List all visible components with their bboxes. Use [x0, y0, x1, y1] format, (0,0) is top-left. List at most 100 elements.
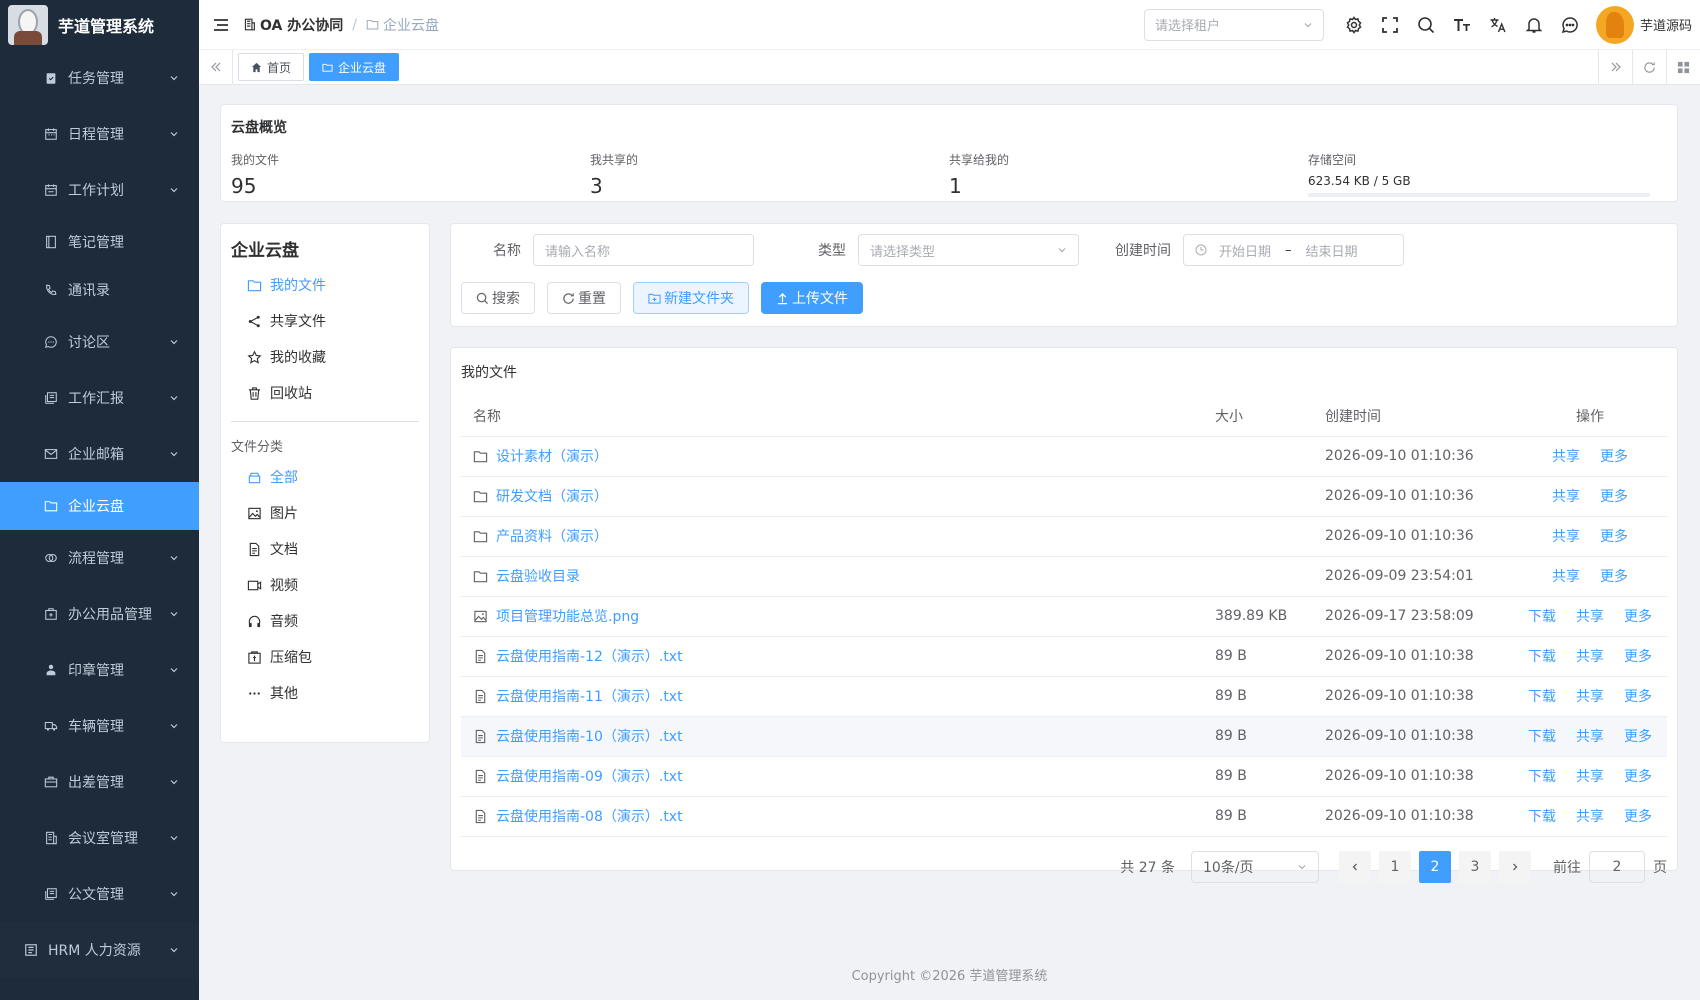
tenant-select[interactable]: 请选择租户: [1143, 8, 1324, 41]
more-action[interactable]: 更多: [1624, 646, 1652, 666]
file-name-link[interactable]: 项目管理功能总览.png: [473, 606, 1191, 626]
new-folder-button[interactable]: 新建文件夹: [633, 282, 749, 314]
scroll-left-button[interactable]: [199, 49, 233, 85]
file-name-link[interactable]: 研发文档（演示）: [473, 486, 1191, 506]
translate-icon[interactable]: [1489, 16, 1507, 34]
share-action[interactable]: 共享: [1552, 566, 1580, 586]
more-action[interactable]: 更多: [1600, 566, 1628, 586]
sidebar-item[interactable]: 任务管理: [0, 50, 199, 106]
scroll-right-button[interactable]: [1598, 49, 1632, 85]
sidebar-item[interactable]: 工作汇报: [0, 370, 199, 426]
download-action[interactable]: 下载: [1528, 806, 1556, 826]
table-row[interactable]: 云盘使用指南-09（演示）.txt 89 B 2026-09-10 01:10:38…: [461, 756, 1667, 797]
category-item[interactable]: 音频: [231, 603, 419, 639]
reset-button[interactable]: 重置: [547, 282, 621, 314]
tab-cloud-disk[interactable]: 企业云盘: [309, 53, 400, 81]
share-action[interactable]: 共享: [1576, 606, 1604, 626]
upload-button[interactable]: 上传文件: [761, 282, 863, 314]
sidebar-item[interactable]: 公文管理: [0, 866, 199, 922]
name-input[interactable]: 请输入名称: [533, 234, 754, 266]
page-number-button[interactable]: 1: [1379, 850, 1411, 883]
table-row[interactable]: 云盘使用指南-11（演示）.txt 89 B 2026-09-10 01:10:38…: [461, 676, 1667, 717]
download-action[interactable]: 下载: [1528, 766, 1556, 786]
file-name-link[interactable]: 产品资料（演示）: [473, 526, 1191, 546]
search-button[interactable]: 搜索: [461, 282, 535, 314]
table-row[interactable]: 设计素材（演示） 2026-09-10 01:10:36 共享 更多: [461, 436, 1667, 477]
table-row[interactable]: 云盘验收目录 2026-09-09 23:54:01 共享 更多: [461, 556, 1667, 597]
cloud-nav-item[interactable]: 我的文件: [231, 267, 419, 303]
more-action[interactable]: 更多: [1600, 446, 1628, 466]
gear-icon[interactable]: [1345, 15, 1363, 34]
sidebar-item[interactable]: 笔记管理: [0, 218, 199, 266]
table-row[interactable]: 云盘使用指南-12（演示）.txt 89 B 2026-09-10 01:10:38…: [461, 636, 1667, 677]
table-row[interactable]: 项目管理功能总览.png 389.89 KB 2026-09-17 23:58:09…: [461, 596, 1667, 637]
file-name-link[interactable]: 云盘使用指南-10（演示）.txt: [473, 726, 1191, 746]
sidebar-item-hrm[interactable]: HRM 人力资源: [0, 922, 199, 978]
share-action[interactable]: 共享: [1576, 686, 1604, 706]
page-number-button[interactable]: 3: [1459, 850, 1491, 883]
column-size[interactable]: 大小: [1203, 396, 1313, 437]
file-name-link[interactable]: 云盘使用指南-12（演示）.txt: [473, 646, 1191, 666]
sidebar-item[interactable]: 会议室管理: [0, 810, 199, 866]
sidebar-item[interactable]: 印章管理: [0, 642, 199, 698]
category-item[interactable]: 视频: [231, 567, 419, 603]
sidebar-item[interactable]: 通讯录: [0, 266, 199, 314]
hamburger-icon[interactable]: [213, 17, 229, 33]
sidebar-item[interactable]: 车辆管理: [0, 698, 199, 754]
file-name-link[interactable]: 云盘验收目录: [473, 566, 1191, 586]
fullscreen-icon[interactable]: [1381, 16, 1399, 34]
category-item[interactable]: 其他: [231, 675, 419, 711]
more-action[interactable]: 更多: [1624, 686, 1652, 706]
search-icon[interactable]: [1417, 16, 1435, 34]
cloud-nav-item[interactable]: 共享文件: [231, 303, 419, 339]
sidebar-item[interactable]: 企业邮箱: [0, 426, 199, 482]
more-action[interactable]: 更多: [1624, 766, 1652, 786]
sidebar-item[interactable]: 讨论区: [0, 314, 199, 370]
date-range-picker[interactable]: 开始日期 – 结束日期: [1183, 234, 1404, 266]
bell-icon[interactable]: [1525, 16, 1543, 34]
goto-page-input[interactable]: 2: [1589, 850, 1645, 883]
more-action[interactable]: 更多: [1600, 486, 1628, 506]
avatar[interactable]: [1595, 5, 1634, 44]
more-action[interactable]: 更多: [1624, 806, 1652, 826]
grid-menu-button[interactable]: [1666, 49, 1700, 85]
category-item[interactable]: 图片: [231, 495, 419, 531]
download-action[interactable]: 下载: [1528, 686, 1556, 706]
column-created[interactable]: 创建时间: [1313, 396, 1513, 437]
tab-home[interactable]: 首页: [238, 53, 305, 81]
file-name-link[interactable]: 设计素材（演示）: [473, 446, 1191, 466]
table-row[interactable]: 研发文档（演示） 2026-09-10 01:10:36 共享 更多: [461, 476, 1667, 517]
table-row[interactable]: 云盘使用指南-10（演示）.txt 89 B 2026-09-10 01:10:38…: [461, 716, 1667, 757]
sidebar-item[interactable]: 办公用品管理: [0, 586, 199, 642]
share-action[interactable]: 共享: [1552, 486, 1580, 506]
download-action[interactable]: 下载: [1528, 646, 1556, 666]
more-action[interactable]: 更多: [1600, 526, 1628, 546]
share-action[interactable]: 共享: [1576, 646, 1604, 666]
sidebar-item[interactable]: 流程管理: [0, 530, 199, 586]
cloud-nav-item[interactable]: 我的收藏: [231, 339, 419, 375]
table-row[interactable]: 产品资料（演示） 2026-09-10 01:10:36 共享 更多: [461, 516, 1667, 557]
sidebar-item[interactable]: 日程管理: [0, 106, 199, 162]
page-size-select[interactable]: 10条/页: [1191, 850, 1319, 883]
file-name-link[interactable]: 云盘使用指南-11（演示）.txt: [473, 686, 1191, 706]
file-name-link[interactable]: 云盘使用指南-09（演示）.txt: [473, 766, 1191, 786]
category-item[interactable]: 全部: [231, 459, 419, 495]
message-icon[interactable]: [1561, 16, 1579, 34]
download-action[interactable]: 下载: [1528, 726, 1556, 746]
logo[interactable]: 芋道管理系统: [0, 0, 199, 50]
more-action[interactable]: 更多: [1624, 606, 1652, 626]
next-page-button[interactable]: [1499, 850, 1531, 883]
table-row[interactable]: 云盘使用指南-08（演示）.txt 89 B 2026-09-10 01:10:38…: [461, 796, 1667, 837]
category-item[interactable]: 压缩包: [231, 639, 419, 675]
type-select[interactable]: 请选择类型: [858, 234, 1079, 266]
more-action[interactable]: 更多: [1624, 726, 1652, 746]
refresh-button[interactable]: [1632, 49, 1666, 85]
category-item[interactable]: 文档: [231, 531, 419, 567]
file-name-link[interactable]: 云盘使用指南-08（演示）.txt: [473, 806, 1191, 826]
share-action[interactable]: 共享: [1552, 446, 1580, 466]
sidebar-item[interactable]: 工作计划: [0, 162, 199, 218]
column-name[interactable]: 名称: [461, 396, 1203, 437]
sidebar-item[interactable]: 出差管理: [0, 754, 199, 810]
sidebar-item[interactable]: 企业云盘: [0, 482, 199, 530]
share-action[interactable]: 共享: [1576, 766, 1604, 786]
